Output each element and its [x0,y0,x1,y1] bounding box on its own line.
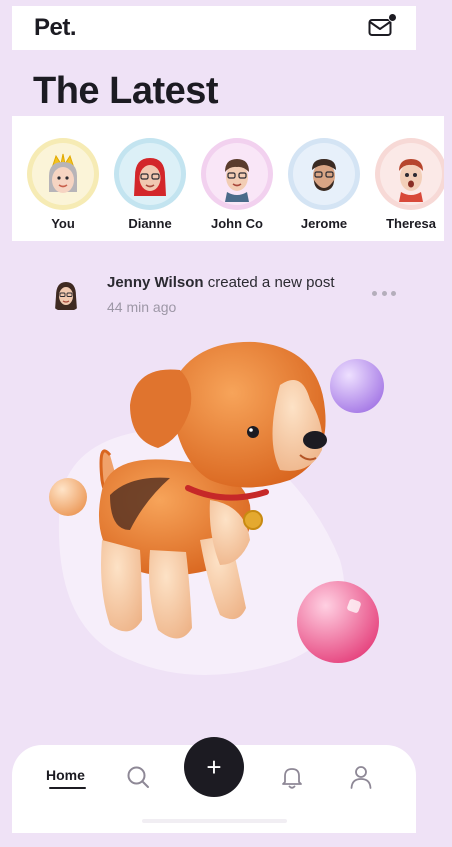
more-dots-icon [381,290,387,296]
story-name: John Co [211,216,263,231]
puppy-illustration [49,341,384,675]
bell-icon [282,768,302,789]
avatar-theresa-icon [380,143,442,205]
post-timestamp: 44 min ago [107,299,177,315]
active-tab-indicator [49,787,86,789]
more-dots-icon [372,290,377,296]
avatar-john-icon [206,143,268,205]
post-action: created a new post [207,274,335,291]
story-ring [288,138,360,210]
story-ring [201,138,273,210]
story-theresa[interactable]: Theresa [366,138,444,231]
story-john-co[interactable]: John Co [192,138,282,231]
notification-dot [388,13,397,22]
home-indicator [142,819,287,823]
story-name: You [51,216,75,231]
add-icon: + [206,751,222,782]
top-bar: Pet. [12,6,416,50]
search-icon [127,766,149,788]
brand-logo[interactable]: Pet. [34,14,77,42]
story-name: Theresa [386,216,436,231]
author-avatar-icon[interactable] [48,276,84,312]
profile-icon [350,766,372,789]
post-activity-text: Jenny Wilson created a new post [107,274,334,291]
story-name: Dianne [128,216,172,231]
post-header: Jenny Wilson created a new post 44 min a… [48,270,408,322]
story-ring [27,138,99,210]
story-you[interactable]: You [18,138,108,231]
bottom-navigation: Home + [12,737,416,833]
add-post-button[interactable]: + [184,737,244,797]
post-author[interactable]: Jenny Wilson [107,274,204,291]
more-options-button[interactable] [372,288,396,298]
avatar-you-icon [32,143,94,205]
nav-home[interactable]: Home [46,767,85,783]
nav-search[interactable] [125,764,151,790]
page-title: The Latest [33,70,219,112]
story-ring [114,138,186,210]
avatar-jerome-icon [293,143,355,205]
post-image[interactable] [40,330,410,690]
stories-carousel[interactable]: You Dianne John Co Jerome Theresa [12,116,444,241]
more-dots-icon [391,290,396,296]
avatar-dianne-icon [119,143,181,205]
story-name: Jerome [300,216,348,231]
story-jerome[interactable]: Jerome [279,138,369,231]
messages-button[interactable] [368,13,397,40]
story-ring [375,138,444,210]
nav-profile[interactable] [348,764,374,790]
nav-notifications[interactable] [279,764,305,790]
story-dianne[interactable]: Dianne [105,138,195,231]
